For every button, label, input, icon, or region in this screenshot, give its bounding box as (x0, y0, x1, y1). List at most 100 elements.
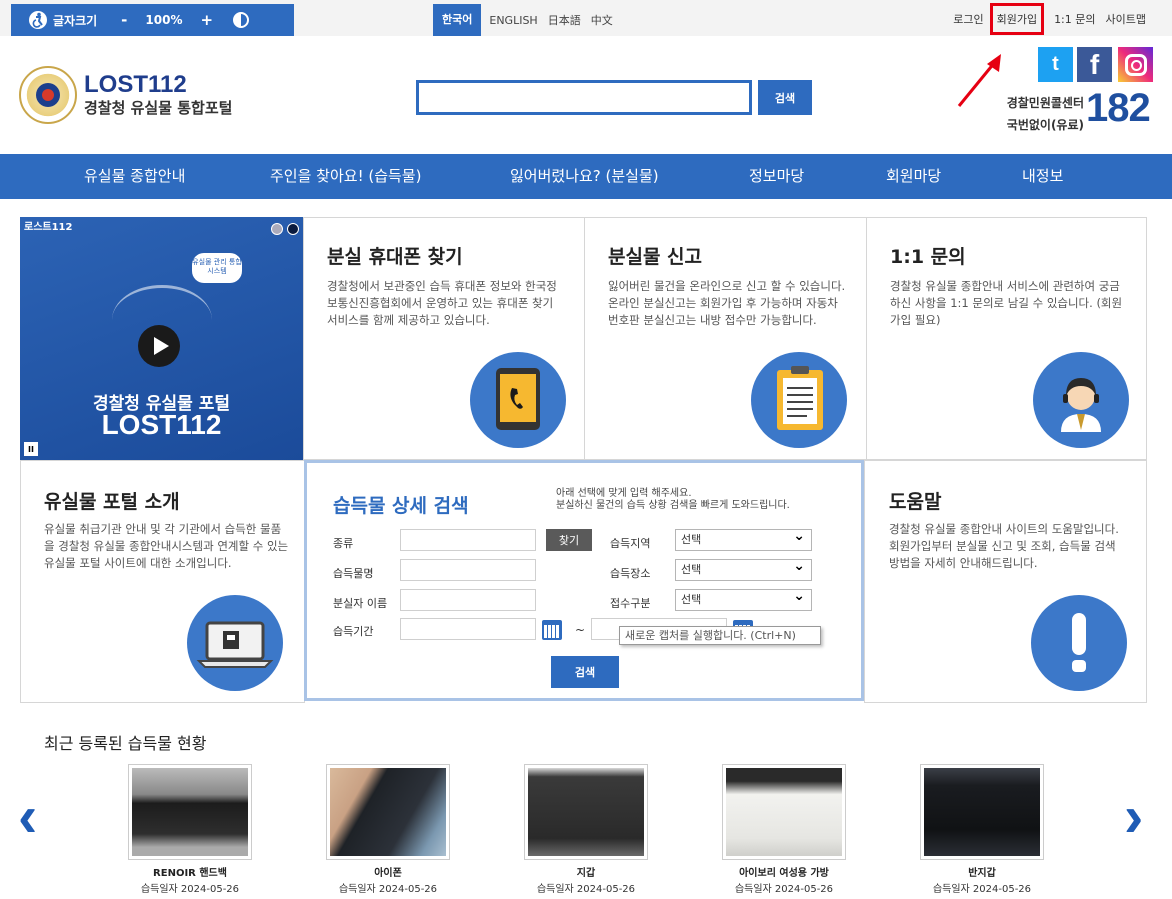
capture-tooltip: 새로운 캡처를 실행합니다. (Ctrl+N) (619, 626, 821, 645)
contrast-icon[interactable] (233, 12, 250, 28)
twitter-icon[interactable]: t (1038, 47, 1073, 82)
font-size-label: 글자크기 (53, 13, 98, 28)
lang-korean[interactable]: 한국어 (433, 4, 482, 36)
category-select[interactable]: 선택 (675, 586, 812, 611)
next-arrow-icon[interactable]: › (1124, 788, 1143, 846)
detail-search-panel: 습득물 상세 검색 아래 선택에 맞게 입력 해주세요. 분실하신 물건의 습득… (304, 460, 864, 701)
nav-lost-items[interactable]: 잃어버렸나요? (분실물) (510, 154, 659, 199)
owner-name-input[interactable] (400, 589, 536, 611)
label-owner-name: 분실자 이름 (333, 597, 388, 610)
carousel-dot[interactable] (271, 223, 283, 235)
video-subtitle: LOST112 (101, 409, 222, 440)
detail-desc-line2: 분실하신 물건의 습득 상황 검색을 빠르게 도와드립니다. (556, 500, 790, 511)
font-decrease-button[interactable]: - (121, 11, 127, 29)
nav-found-items[interactable]: 주인을 찾아요! (습득물) (270, 154, 421, 199)
video-bubble: 유실물 관리 통합 시스템 (192, 253, 242, 283)
video-tag: 로스트112 (24, 222, 73, 233)
carousel-dot-active[interactable] (287, 223, 299, 235)
label-place: 습득장소 (610, 567, 651, 580)
recent-item[interactable]: 반지갑 습득일자 2024-05-26 (920, 764, 1044, 895)
label-type: 종류 (333, 537, 354, 550)
detail-search-title: 습득물 상세 검색 (333, 495, 469, 517)
period-tilde: ~ (575, 623, 586, 637)
main-nav: 유실물 종합안내 주인을 찾아요! (습득물) 잃어버렸나요? (분실물) 정보… (0, 154, 1172, 199)
item-thumbnail[interactable] (524, 764, 648, 860)
recent-item[interactable]: 아이보리 여성용 가방 습득일자 2024-05-26 (722, 764, 846, 895)
call-center-number: 182 (1086, 86, 1151, 130)
detail-search-button[interactable]: 검색 (551, 656, 619, 688)
carousel-dots (271, 223, 299, 235)
call-center: 경찰민원콜센터 국번없이(유료) (994, 92, 1084, 136)
nav-info[interactable]: 정보마당 (749, 154, 804, 199)
inquiry-link[interactable]: 1:1 문의 (1054, 11, 1095, 27)
label-item-name: 습득물명 (333, 567, 374, 580)
recent-item[interactable]: 지갑 습득일자 2024-05-26 (524, 764, 648, 895)
detail-desc-line1: 아래 선택에 맞게 입력 해주세요. (556, 488, 692, 499)
find-type-button[interactable]: 찾기 (546, 529, 592, 551)
language-selector: 한국어 ENGLISH 日本語 中文 (433, 4, 623, 36)
region-select[interactable]: 선택 (675, 526, 812, 551)
brand[interactable]: LOST112 경찰청 유실물 통합포털 (84, 72, 232, 118)
recent-item[interactable]: RENOIR 핸드백 습득일자 2024-05-26 (128, 764, 252, 895)
lang-chinese[interactable]: 中文 (591, 12, 613, 28)
call-center-note: 국번없이(유료) (1006, 118, 1084, 132)
period-start-input[interactable] (400, 618, 536, 640)
lang-english[interactable]: ENGLISH (489, 14, 537, 27)
card-lost-report[interactable]: 분실물 신고 잃어버린 물건을 온라인으로 신고 할 수 있습니다. 온라인 분… (584, 217, 867, 460)
recent-item[interactable]: 아이폰 습득일자 2024-05-26 (326, 764, 450, 895)
item-thumbnail[interactable] (128, 764, 252, 860)
item-thumbnail[interactable] (920, 764, 1044, 860)
nav-members[interactable]: 회원마당 (886, 154, 941, 199)
item-name: 지갑 (576, 868, 596, 879)
item-thumbnail[interactable] (326, 764, 450, 860)
play-icon[interactable] (138, 325, 180, 367)
label-category: 접수구분 (610, 597, 651, 610)
card-portal-intro[interactable]: 유실물 포털 소개 유실물 취급기관 안내 및 각 기관에서 습득한 물품을 경… (20, 460, 305, 703)
prev-arrow-icon[interactable]: ‹ (18, 788, 37, 846)
card-phone-text: 경찰청에서 보관중인 습득 휴대폰 정보와 한국정보통신진흥협회에서 운영하고 … (327, 279, 557, 327)
nav-my-info[interactable]: 내정보 (1022, 154, 1063, 199)
item-date: 습득일자 2024-05-26 (932, 884, 1032, 895)
label-period: 습득기간 (333, 625, 374, 638)
item-name: 아이보리 여성용 가방 (739, 868, 829, 879)
card-report-title: 분실물 신고 (608, 246, 703, 268)
police-emblem-logo[interactable] (19, 66, 77, 124)
nav-lost-guide[interactable]: 유실물 종합안내 (84, 154, 185, 199)
operator-icon (1033, 352, 1129, 448)
card-help-text: 경찰청 유실물 종합안내 사이트의 도움말입니다. 회원가입부터 분실물 신고 … (889, 522, 1119, 570)
item-name-input[interactable] (400, 559, 536, 581)
place-select[interactable]: 선택 (675, 556, 812, 581)
calendar-icon[interactable] (542, 620, 562, 640)
card-intro-title: 유실물 포털 소개 (44, 491, 180, 513)
item-name: 아이폰 (374, 868, 402, 879)
main-search-button[interactable]: 검색 (758, 80, 812, 115)
clipboard-icon (751, 352, 847, 448)
promo-video[interactable]: 로스트112 유실물 관리 통합 시스템 경찰청 유실물 포털 LOST112 … (20, 217, 303, 460)
item-thumbnail[interactable] (722, 764, 846, 860)
utility-bar: 글자크기 - 100% + 한국어 ENGLISH 日本語 中文 로그인 회원가… (0, 0, 1172, 36)
login-link[interactable]: 로그인 (953, 11, 983, 27)
signup-link[interactable]: 회원가입 (989, 3, 1045, 35)
instagram-icon[interactable] (1118, 47, 1153, 82)
call-center-label: 경찰민원콜센터 (1006, 96, 1084, 110)
brand-title: LOST112 (84, 71, 187, 98)
laptop-icon (187, 595, 283, 691)
facebook-icon[interactable]: f (1077, 47, 1112, 82)
card-inquiry-text: 경찰청 유실물 종합안내 서비스에 관련하여 궁금하신 사항을 1:1 문의로 … (890, 279, 1123, 327)
sitemap-link[interactable]: 사이트맵 (1106, 11, 1146, 27)
accessibility-icon (27, 9, 49, 31)
type-input[interactable] (400, 529, 536, 551)
card-phone-search[interactable]: 분실 휴대폰 찾기 경찰청에서 보관중인 습득 휴대폰 정보와 한국정보통신진흥… (303, 217, 585, 460)
exclamation-icon (1031, 595, 1127, 691)
item-name: RENOIR 핸드백 (153, 868, 227, 879)
top-links: 로그인 회원가입 1:1 문의 사이트맵 (943, 3, 1146, 35)
pause-icon[interactable]: II (24, 442, 38, 456)
main-search-input[interactable] (416, 80, 752, 115)
detail-search-desc: 아래 선택에 맞게 입력 해주세요. 분실하신 물건의 습득 상황 검색을 빠르… (556, 488, 790, 512)
card-report-text: 잃어버린 물건을 온라인으로 신고 할 수 있습니다. 온라인 분실신고는 회원… (608, 279, 846, 327)
card-inquiry[interactable]: 1:1 문의 경찰청 유실물 종합안내 서비스에 관련하여 궁금하신 사항을 1… (866, 217, 1147, 460)
font-increase-button[interactable]: + (200, 11, 213, 29)
item-date: 습득일자 2024-05-26 (536, 884, 636, 895)
lang-japanese[interactable]: 日本語 (548, 12, 581, 28)
card-help[interactable]: 도움말 경찰청 유실물 종합안내 사이트의 도움말입니다. 회원가입부터 분실물… (864, 460, 1147, 703)
